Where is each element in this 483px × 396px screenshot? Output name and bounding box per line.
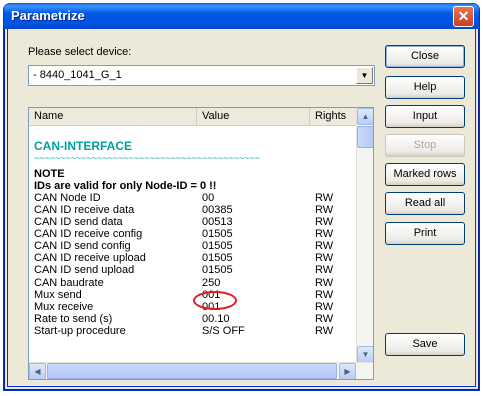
row-value: 00385 (202, 204, 233, 216)
table-row[interactable]: Rate to send (s) 00.10 RW (29, 313, 357, 325)
row-value: 00.10 (202, 313, 230, 325)
section-rule-row[interactable]: ~~~~~~~~~~~~~~~~~~~~~~~~~~~~~~~~~~~~~~~~… (29, 154, 357, 162)
row-name: CAN ID send data (34, 216, 123, 228)
note-text: IDs are valid for only Node-ID = 0 !! (34, 180, 217, 192)
highlight-circle (193, 291, 237, 310)
column-header-value[interactable]: Value (197, 108, 310, 126)
row-name: Start-up procedure (34, 325, 126, 337)
row-rights: RW (315, 325, 334, 337)
row-rights: RW (315, 204, 334, 216)
vertical-scrollbar[interactable]: ▲ ▼ (356, 108, 373, 363)
row-value: 01505 (202, 264, 233, 276)
input-button[interactable]: Input (385, 105, 465, 128)
parametrize-window: Parametrize ✕ Please select device: - 84… (3, 3, 480, 391)
table-row[interactable]: CAN ID receive config 01505 RW (29, 228, 357, 240)
table-row[interactable]: CAN ID receive upload 01505 RW (29, 252, 357, 264)
row-name: CAN ID receive config (34, 228, 143, 240)
table-row[interactable]: CAN Node ID 00 RW (29, 192, 357, 204)
row-name: Rate to send (s) (34, 313, 113, 325)
table-row[interactable]: CAN ID send upload 01505 RW (29, 264, 357, 276)
print-button[interactable]: Print (385, 222, 465, 245)
chevron-down-icon[interactable]: ▼ (356, 67, 373, 84)
title-bar[interactable]: Parametrize ✕ (4, 3, 479, 29)
row-value: 00513 (202, 216, 233, 228)
device-select-value: - 8440_1041_G_1 (33, 69, 122, 81)
table-row[interactable]: Start-up procedure S/S OFF RW (29, 325, 357, 337)
row-name: CAN ID send config (34, 240, 131, 252)
row-name: CAN baudrate (34, 277, 104, 289)
row-rights: RW (315, 313, 334, 325)
column-header-rights[interactable]: Rights (310, 108, 357, 126)
horizontal-scroll-thumb[interactable] (47, 363, 337, 379)
row-name: Mux receive (34, 301, 94, 313)
row-name: CAN Node ID (34, 192, 101, 204)
scroll-down-icon[interactable]: ▼ (357, 346, 373, 363)
table-row[interactable]: CAN ID send config 01505 RW (29, 240, 357, 252)
section-title-row[interactable]: CAN-INTERFACE (29, 139, 357, 153)
row-rights: RW (315, 289, 334, 301)
note-title-row[interactable]: NOTE (29, 168, 357, 180)
parameter-list[interactable]: Name Value Rights CAN-INTERFACE ~~~~~~~~… (28, 107, 374, 380)
row-rights: RW (315, 301, 334, 313)
note-title: NOTE (34, 168, 65, 180)
marked-rows-button[interactable]: Marked rows (385, 163, 465, 186)
scroll-left-icon[interactable]: ◀ (29, 363, 46, 379)
list-header: Name Value Rights (29, 108, 357, 126)
row-value: 01505 (202, 240, 233, 252)
row-name: CAN ID receive upload (34, 252, 146, 264)
column-header-name[interactable]: Name (29, 108, 197, 126)
device-label: Please select device: (28, 46, 132, 58)
list-body: CAN-INTERFACE ~~~~~~~~~~~~~~~~~~~~~~~~~~… (29, 127, 357, 363)
device-select[interactable]: - 8440_1041_G_1 ▼ (28, 65, 375, 86)
row-value: 01505 (202, 228, 233, 240)
section-rule: ~~~~~~~~~~~~~~~~~~~~~~~~~~~~~~~~~~~~~~~~… (34, 154, 261, 162)
window-title: Parametrize (11, 8, 85, 23)
close-window-icon[interactable]: ✕ (453, 6, 474, 27)
close-button[interactable]: Close (385, 45, 465, 68)
row-value: 250 (202, 277, 221, 289)
row-rights: RW (315, 192, 334, 204)
row-value: 01505 (202, 252, 233, 264)
row-rights: RW (315, 252, 334, 264)
scroll-up-icon[interactable]: ▲ (357, 108, 373, 125)
row-name: CAN ID receive data (34, 204, 135, 216)
row-value: S/S OFF (202, 325, 245, 337)
row-rights: RW (315, 228, 334, 240)
row-rights: RW (315, 216, 334, 228)
table-row[interactable]: CAN baudrate 250 RW (29, 277, 357, 289)
row-rights: RW (315, 240, 334, 252)
vertical-scroll-thumb[interactable] (357, 126, 373, 148)
row-name: Mux send (34, 289, 82, 301)
row-rights: RW (315, 264, 334, 276)
row-rights: RW (315, 277, 334, 289)
help-button[interactable]: Help (385, 76, 465, 99)
row-name: CAN ID send upload (34, 264, 135, 276)
row-value: 00 (202, 192, 215, 204)
horizontal-scrollbar[interactable]: ◀ ▶ (29, 362, 373, 379)
note-text-row[interactable]: IDs are valid for only Node-ID = 0 !! (29, 180, 357, 192)
table-row[interactable]: CAN ID receive data 00385 RW (29, 204, 357, 216)
scroll-right-icon[interactable]: ▶ (339, 363, 356, 379)
table-row[interactable]: CAN ID send data 00513 RW (29, 216, 357, 228)
stop-button[interactable]: Stop (385, 134, 465, 157)
save-button[interactable]: Save (385, 333, 465, 356)
section-title: CAN-INTERFACE (34, 139, 132, 153)
read-all-button[interactable]: Read all (385, 192, 465, 215)
